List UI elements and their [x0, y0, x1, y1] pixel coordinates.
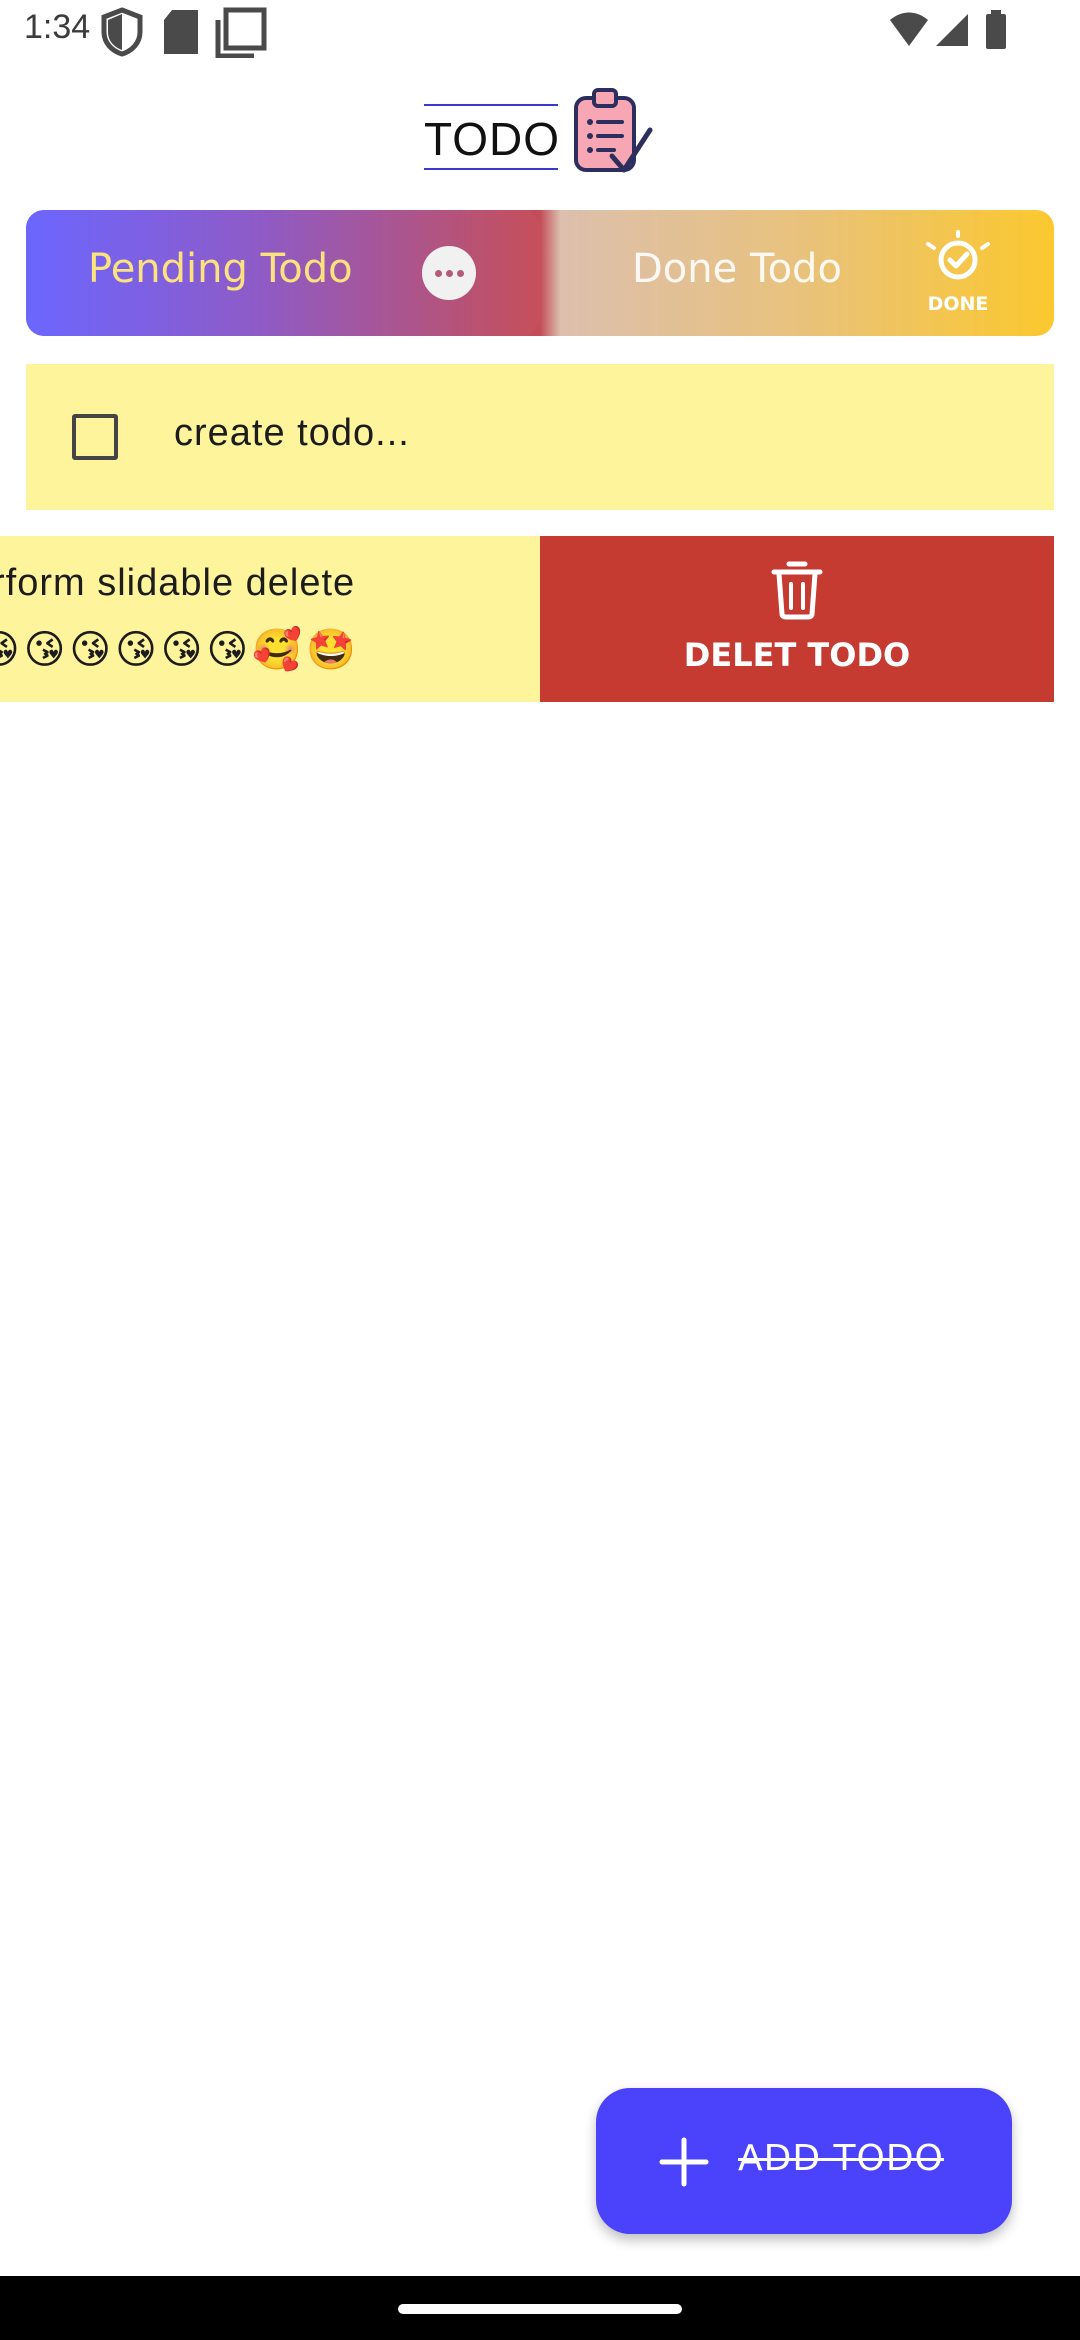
- signal-icon: [936, 14, 968, 46]
- delete-todo-button[interactable]: DELET TODO: [540, 536, 1054, 702]
- tab-bar: Pending Todo Done Todo DONE: [26, 210, 1054, 336]
- clipboard-list-icon: [574, 88, 653, 173]
- app-bar: TODO: [0, 64, 1080, 194]
- home-gesture-handle[interactable]: [398, 2304, 682, 2314]
- delete-todo-label: DELET TODO: [683, 636, 911, 674]
- tab-pending-todo[interactable]: Pending Todo: [26, 210, 540, 336]
- sd-card-icon: [164, 10, 198, 54]
- battery-icon: [986, 10, 1006, 49]
- tab-pending-label: Pending Todo: [88, 246, 353, 292]
- wifi-icon: [890, 12, 928, 46]
- swiped-todo-item[interactable]: rform slidable delete 😘😘😘😘😘😘🥰🤩 DELET TOD…: [0, 536, 1054, 702]
- app-title-underline: TODO: [424, 104, 561, 170]
- app-title: TODO: [424, 113, 561, 165]
- add-todo-button[interactable]: ADD TODO: [596, 2088, 1012, 2234]
- plus-icon: [659, 2137, 709, 2187]
- more-dots-icon: [422, 246, 476, 300]
- done-badge-text: DONE: [928, 293, 989, 315]
- navigation-bar: [0, 2276, 1080, 2340]
- status-bar: 1:34: [0, 0, 1080, 64]
- done-badge-icon: DONE: [926, 230, 990, 315]
- todo-text: create todo...: [174, 412, 410, 454]
- status-time: 1:34: [24, 8, 91, 46]
- shield-icon: [101, 7, 143, 57]
- todo-checkbox[interactable]: [72, 414, 118, 460]
- add-todo-label: ADD TODO: [738, 2138, 944, 2179]
- swiped-todo-emojis: 😘😘😘😘😘😘🥰🤩: [0, 627, 360, 673]
- tab-done-todo[interactable]: Done Todo DONE: [540, 210, 1054, 336]
- trash-icon: [771, 561, 823, 620]
- tab-done-label: Done Todo: [632, 246, 842, 292]
- swiped-todo-text: rform slidable delete: [0, 562, 356, 604]
- todo-item[interactable]: create todo...: [26, 364, 1054, 510]
- screenshot-icon: [215, 7, 267, 58]
- swiped-todo-content[interactable]: rform slidable delete 😘😘😘😘😘😘🥰🤩: [0, 536, 540, 702]
